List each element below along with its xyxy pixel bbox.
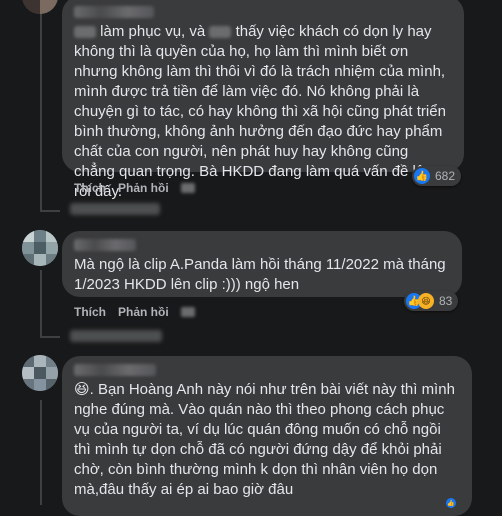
- author-name[interactable]: [74, 364, 156, 376]
- like-button[interactable]: Thích: [74, 181, 106, 195]
- comment-text: 😆. Bạn Hoàng Anh này nói như trên bài vi…: [74, 381, 460, 498]
- thread-line: [40, 400, 42, 505]
- comment-actions: Thích Phản hồi: [74, 305, 195, 319]
- timestamp[interactable]: [180, 183, 195, 193]
- redacted-text: [209, 26, 232, 39]
- haha-icon: 😆: [418, 293, 434, 309]
- reaction-summary-partial[interactable]: 👍: [446, 498, 456, 508]
- thread-line: [40, 336, 60, 338]
- thread-line: [40, 210, 60, 212]
- avatar[interactable]: [22, 355, 58, 391]
- like-icon: 👍: [446, 498, 456, 508]
- reaction-count: 83: [439, 294, 453, 308]
- avatar[interactable]: [22, 230, 58, 266]
- author-name[interactable]: [74, 6, 154, 18]
- like-button[interactable]: Thích: [74, 305, 106, 319]
- comment-bubble: làm phục vụ, và thấy việc khách có dọn l…: [62, 0, 464, 200]
- comment-text: làm phục vụ, và thấy việc khách có dọn l…: [74, 23, 446, 200]
- redacted-text: [74, 26, 96, 39]
- comment-bubble: Mà ngộ là clip A.Panda làm hồi tháng 11/…: [62, 231, 462, 297]
- reply-button[interactable]: Phản hồi: [118, 181, 169, 195]
- like-icon: 👍: [414, 168, 430, 184]
- comment-bubble: 😆. Bạn Hoàng Anh này nói như trên bài vi…: [62, 356, 472, 516]
- timestamp[interactable]: [180, 307, 195, 317]
- thread-line: [40, 0, 42, 212]
- reaction-summary[interactable]: 👍 😆 83: [404, 291, 459, 311]
- view-replies-link[interactable]: [70, 203, 160, 215]
- reply-button[interactable]: Phản hồi: [118, 305, 169, 319]
- author-name[interactable]: [74, 239, 136, 251]
- reaction-summary[interactable]: 👍 682: [412, 166, 462, 186]
- reaction-count: 682: [435, 169, 456, 183]
- comment-text: Mà ngộ là clip A.Panda làm hồi tháng 11/…: [74, 256, 450, 293]
- view-replies-link[interactable]: [70, 330, 162, 342]
- thread-line: [40, 270, 42, 338]
- avatar[interactable]: [22, 0, 58, 14]
- comment-actions: Thích Phản hồi: [74, 181, 195, 195]
